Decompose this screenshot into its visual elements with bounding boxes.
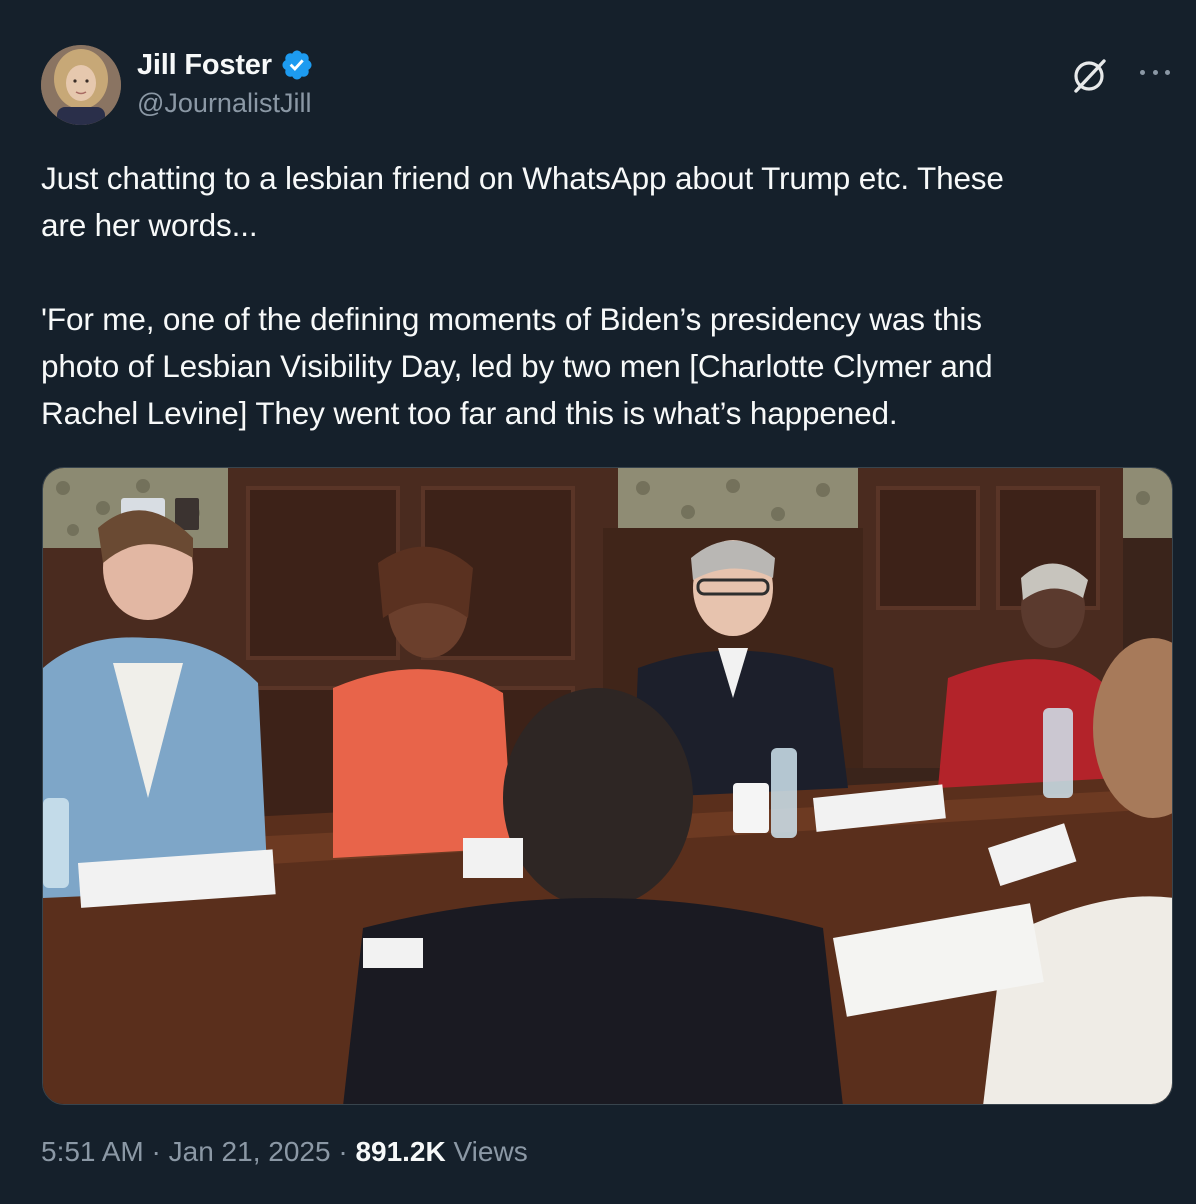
dot [1140, 69, 1145, 75]
separator-dot: · [151, 1136, 161, 1167]
author-handle[interactable]: @JournalistJill [137, 88, 311, 119]
tweet-card: Jill Foster @JournalistJill Just chattin… [0, 0, 1196, 1204]
more-dots-icon[interactable] [1137, 56, 1173, 88]
dot [1165, 69, 1170, 75]
separator-dot: · [338, 1136, 348, 1167]
tweet-text-line: Just chatting to a lesbian friend on Wha… [41, 160, 1004, 196]
tweet-text-line: Rachel Levine] They went too far and thi… [41, 395, 898, 431]
tweet-text-line: are her words... [41, 207, 258, 243]
tweet-date[interactable]: Jan 21, 2025 [169, 1136, 331, 1167]
dot [1152, 69, 1158, 75]
tweet-text-line: 'For me, one of the defining moments of … [41, 301, 982, 337]
grok-icon[interactable] [1068, 54, 1112, 98]
author-name-row[interactable]: Jill Foster [137, 48, 314, 82]
tweet-text: Just chatting to a lesbian friend on Wha… [41, 155, 1151, 437]
tweet-time[interactable]: 5:51 AM [41, 1136, 144, 1167]
tweet-meta: 5:51 AM · Jan 21, 2025 · 891.2K Views [41, 1136, 528, 1168]
views-label: Views [453, 1136, 528, 1167]
views-count: 891.2K [355, 1136, 446, 1167]
verified-badge-icon[interactable] [280, 48, 314, 82]
avatar[interactable] [41, 45, 121, 125]
display-name[interactable]: Jill Foster [137, 49, 272, 82]
tweet-photo[interactable] [42, 467, 1173, 1105]
tweet-text-line: photo of Lesbian Visibility Day, led by … [41, 348, 993, 384]
